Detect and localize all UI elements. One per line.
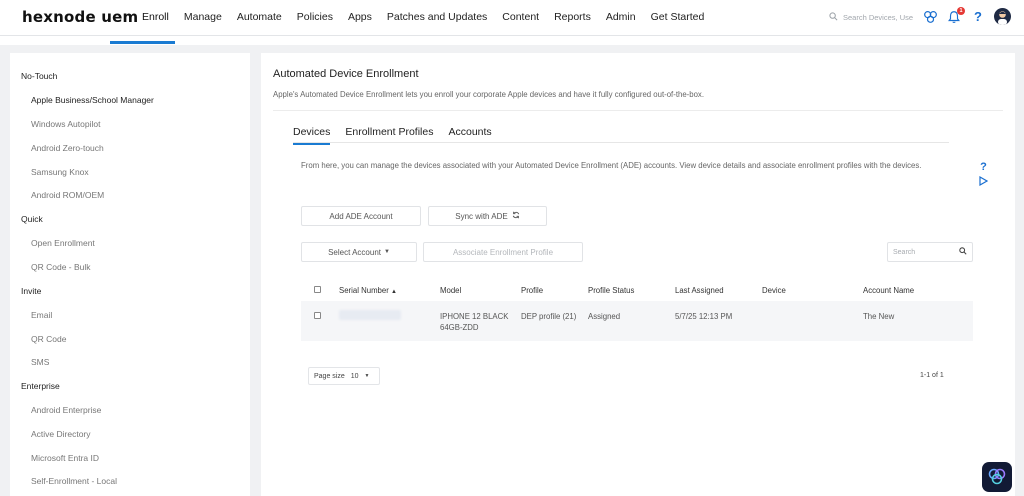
main-nav: Enroll Manage Automate Policies Apps Pat…: [142, 0, 719, 36]
subnav-active-indicator: [110, 41, 175, 44]
sidebar-item-apple-business-manager[interactable]: Apple Business/School Manager: [31, 95, 154, 105]
main-panel: Automated Device Enrollment Apple's Auto…: [261, 53, 1015, 496]
sidebar-item-qr-code[interactable]: QR Code: [31, 334, 66, 344]
nav-patches-updates[interactable]: Patches and Updates: [387, 0, 487, 36]
column-profile-status: Profile Status: [588, 286, 635, 295]
help-icon[interactable]: ?: [980, 161, 987, 173]
info-text: From here, you can manage the devices as…: [301, 161, 922, 170]
add-ade-account-button[interactable]: Add ADE Account: [301, 206, 421, 226]
column-last-assigned: Last Assigned: [675, 286, 724, 295]
nav-apps[interactable]: Apps: [348, 0, 372, 36]
select-all-checkbox[interactable]: [314, 286, 321, 293]
table-search-input[interactable]: Search: [887, 242, 973, 262]
page-title: Automated Device Enrollment: [273, 68, 419, 80]
associate-enrollment-profile-button[interactable]: Associate Enrollment Profile: [423, 242, 583, 262]
top-navbar: hexnode uem Enroll Manage Automate Polic…: [0, 0, 1024, 36]
column-profile: Profile: [521, 286, 544, 295]
nav-automate[interactable]: Automate: [237, 0, 282, 36]
row-checkbox[interactable]: [314, 312, 321, 319]
model-line-1: IPHONE 12 BLACK: [440, 312, 509, 321]
sidebar-item-android-zero-touch[interactable]: Android Zero-touch: [31, 143, 104, 153]
sidebar-group-quick: Quick: [21, 214, 43, 224]
nav-admin[interactable]: Admin: [606, 0, 636, 36]
search-placeholder: Search Devices, Use: [843, 13, 914, 22]
caret-down-icon: ▼: [364, 373, 370, 379]
sidebar-item-android-rom-oem[interactable]: Android ROM/OEM: [31, 190, 104, 200]
brand-logo[interactable]: hexnode uem: [22, 8, 138, 26]
sidebar-item-open-enrollment[interactable]: Open Enrollment: [31, 238, 95, 248]
notification-badge: 1: [957, 6, 965, 15]
help-icon[interactable]: ?: [970, 9, 986, 25]
sidebar-item-self-enrollment-local[interactable]: Self-Enrollment - Local: [31, 476, 117, 486]
sidebar-item-windows-autopilot[interactable]: Windows Autopilot: [31, 119, 100, 129]
model-line-2: 64GB-ZDD: [440, 323, 479, 332]
global-search-input[interactable]: Search Devices, Use: [829, 12, 913, 23]
sync-icon: [512, 211, 520, 221]
nav-manage[interactable]: Manage: [184, 0, 222, 36]
column-model: Model: [440, 286, 462, 295]
user-avatar[interactable]: [994, 8, 1011, 25]
sidebar-item-sms[interactable]: SMS: [31, 357, 49, 367]
column-serial-number[interactable]: Serial Number ▲: [339, 286, 397, 295]
chat-assistant-button[interactable]: [982, 462, 1012, 492]
search-icon: [829, 12, 838, 23]
sidebar-item-qr-code-bulk[interactable]: QR Code - Bulk: [31, 262, 91, 272]
sidebar-group-enterprise: Enterprise: [21, 381, 60, 391]
nav-get-started[interactable]: Get Started: [651, 0, 705, 36]
column-account-name: Account Name: [863, 286, 915, 295]
sidebar-item-microsoft-entra-id[interactable]: Microsoft Entra ID: [31, 453, 99, 463]
nav-policies[interactable]: Policies: [297, 0, 333, 36]
notification-bell-icon[interactable]: 1: [946, 6, 965, 25]
tabs-divider: [293, 142, 949, 143]
select-account-label: Select Account: [328, 247, 381, 257]
page-size-value: 10: [350, 372, 359, 380]
sync-with-ade-button[interactable]: Sync with ADE: [428, 206, 547, 226]
sort-asc-icon: ▲: [391, 289, 397, 295]
sidebar-item-android-enterprise[interactable]: Android Enterprise: [31, 405, 101, 415]
divider: [273, 110, 1003, 111]
play-icon[interactable]: [979, 175, 989, 189]
top-icons: 1 ?: [922, 6, 1011, 25]
nav-enroll[interactable]: Enroll: [142, 0, 169, 36]
column-device: Device: [762, 286, 786, 295]
page-size-label: Page size: [314, 372, 345, 380]
hexnode-connect-icon[interactable]: [922, 9, 938, 25]
table-search-placeholder: Search: [893, 248, 916, 256]
sidebar-item-active-directory[interactable]: Active Directory: [31, 429, 91, 439]
nav-content[interactable]: Content: [502, 0, 539, 36]
serial-number-label: Serial Number: [339, 286, 389, 295]
sidebar-item-email[interactable]: Email: [31, 310, 52, 320]
cell-profile-status: Assigned: [588, 312, 621, 321]
cell-account-name: The New: [863, 312, 895, 321]
chat-logo-icon: [987, 466, 1007, 488]
page-description: Apple's Automated Device Enrollment lets…: [273, 90, 704, 99]
table-row[interactable]: IPHONE 12 BLACK 64GB-ZDD DEP profile (21…: [301, 301, 973, 341]
search-icon: [959, 247, 967, 257]
cell-last-assigned: 5/7/25 12:13 PM: [675, 312, 733, 321]
nav-reports[interactable]: Reports: [554, 0, 591, 36]
sync-label: Sync with ADE: [455, 211, 508, 221]
caret-down-icon: ▼: [383, 249, 390, 255]
table-header: Serial Number ▲ Model Profile Profile St…: [301, 279, 973, 301]
page-size-selector[interactable]: Page size 10 ▼: [308, 367, 380, 385]
cell-profile: DEP profile (21): [521, 312, 577, 321]
sidebar-group-no-touch: No-Touch: [21, 71, 58, 81]
cell-model: IPHONE 12 BLACK 64GB-ZDD: [440, 311, 508, 333]
pagination-range: 1-1 of 1: [920, 372, 944, 379]
enroll-sidebar: No-Touch Apple Business/School Manager W…: [10, 53, 250, 496]
sidebar-item-samsung-knox[interactable]: Samsung Knox: [31, 167, 89, 177]
side-help: ?: [979, 161, 989, 189]
sidebar-group-invite: Invite: [21, 286, 42, 296]
serial-number-redacted: [339, 310, 401, 320]
select-account-dropdown[interactable]: Select Account ▼: [301, 242, 417, 262]
